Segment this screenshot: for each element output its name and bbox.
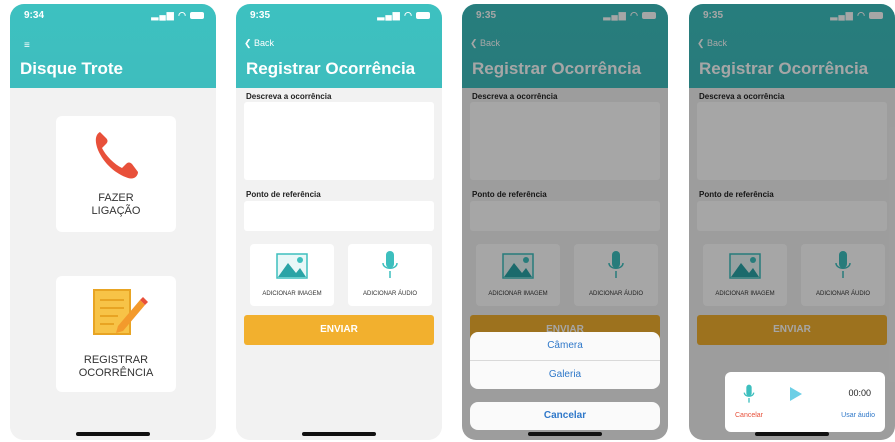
back-label: Back [254,38,275,48]
camera-option[interactable]: Câmera [470,332,660,360]
hamburger-icon[interactable]: ≡ [24,40,30,51]
add-image-label: ADICIONAR IMAGEM [262,291,322,297]
notepad-pencil-icon [93,289,148,335]
cancel-audio-button[interactable]: Cancelar [735,412,763,419]
register-label-2: OCORRÊNCIA [78,367,154,379]
make-call-label-1: FAZER [98,192,134,204]
status-time: 9:35 [250,10,271,21]
phone-image-sheet-screen: 9:35 ▂▄▆ ◠ ❮ Back Registrar Ocorrência D… [462,4,668,440]
home-indicator [302,432,376,436]
cancel-option[interactable]: Cancelar [470,402,660,430]
home-indicator [76,432,150,436]
phone-form-screen: 9:35 ▂▄▆ ◠ ❮ Back Registrar Ocorrência D… [236,4,442,440]
image-icon [276,253,308,279]
describe-textarea[interactable] [244,102,434,180]
microphone-icon [382,251,398,278]
signal-icons: ▂▄▆ ◠ [151,10,204,21]
home-indicator [755,432,829,436]
register-label-1: REGISTRAR [83,354,149,366]
status-bar: 9:34 ▂▄▆ ◠ [10,4,216,24]
add-audio-button[interactable]: ADICIONAR ÁUDIO [348,244,432,306]
phone-audio-screen: 9:35 ▂▄▆ ◠ ❮ Back Registrar Ocorrência D… [689,4,895,440]
battery-icon [190,12,204,20]
audio-timer: 00:00 [848,388,871,398]
status-bar: 9:35 ▂▄▆ ◠ [236,4,442,24]
make-call-label-2: LIGAÇÃO [91,205,141,217]
image-source-sheet: Câmera Galeria [470,332,660,389]
add-image-button[interactable]: ADICIONAR IMAGEM [250,244,334,306]
status-time: 9:34 [24,10,45,21]
battery-icon [416,12,430,20]
reference-label: Ponto de referência [246,190,321,199]
make-call-button[interactable]: FAZER LIGAÇÃO [56,116,176,232]
microphone-icon[interactable] [743,384,755,404]
audio-recorder-popup: 00:00 Cancelar Usar áudio [725,372,885,432]
home-indicator [528,432,602,436]
play-icon[interactable] [789,386,803,402]
page-title: Registrar Ocorrência [246,59,416,78]
gallery-option[interactable]: Galeria [470,361,660,389]
back-button[interactable]: ❮ Back [244,38,274,49]
signal-icons: ▂▄▆ ◠ [377,10,430,21]
phone-home-screen: 9:34 ▂▄▆ ◠ ≡ Disque Trote FAZER LIGAÇÃO … [10,4,216,440]
describe-label: Descreva a ocorrência [246,92,332,101]
page-title: Disque Trote [20,59,123,78]
cancel-sheet: Cancelar [470,402,660,430]
register-occurrence-button[interactable]: REGISTRAR OCORRÊNCIA [56,276,176,392]
phone-icon [95,132,138,179]
use-audio-button[interactable]: Usar áudio [841,412,875,419]
reference-input[interactable] [244,201,434,231]
send-button[interactable]: ENVIAR [244,315,434,345]
add-audio-label: ADICIONAR ÁUDIO [362,291,417,297]
